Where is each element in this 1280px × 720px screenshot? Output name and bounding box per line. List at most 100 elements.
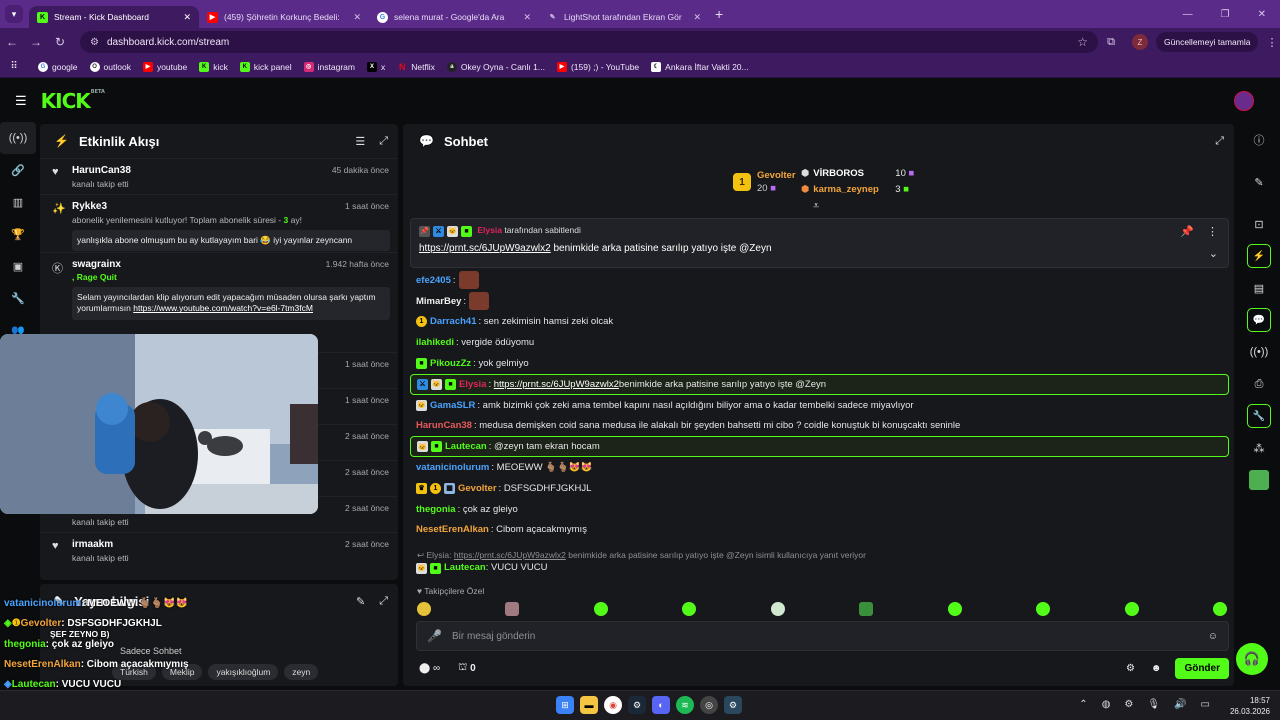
discord-icon[interactable]: ◐ [652, 696, 670, 714]
analytics-icon[interactable]: ▥ [0, 186, 36, 218]
activity-toggle[interactable]: ⚡ [1238, 240, 1280, 272]
emote-icon[interactable] [682, 602, 697, 616]
chat-message[interactable]: 🐱 ■ Lautecan: VUCU VUCU [416, 562, 547, 574]
tag[interactable]: yakışıklıoğlum [208, 664, 279, 680]
list-item[interactable]: ♥ HarunCan38 kanalı takip etti 45 dakika… [40, 158, 398, 194]
close-icon[interactable]: ✕ [523, 12, 531, 23]
chat-message[interactable]: ilahikedi: vergide ödüyomu [410, 332, 1229, 353]
bookmark-outlook[interactable]: Ooutlook [89, 61, 131, 72]
chat-user[interactable]: Lautecan [445, 441, 487, 452]
link-icon[interactable]: 🔗 [0, 154, 36, 186]
back-icon[interactable]: ← [0, 35, 24, 49]
settings-icon[interactable]: ⚙ [1126, 663, 1135, 674]
info-icon[interactable]: ⓘ [1238, 124, 1280, 156]
printer-icon[interactable]: ⎙ [1238, 368, 1280, 400]
emote-icon[interactable] [770, 602, 785, 616]
chat-message[interactable]: HarunCan38: medusa demişken coid sana me… [410, 416, 1229, 437]
bookmark-x[interactable]: Xx [366, 61, 385, 72]
chat-user[interactable]: Darrach41 [430, 316, 476, 327]
emote-icon[interactable] [417, 602, 431, 616]
obs-icon[interactable]: ◎ [700, 696, 718, 714]
chat-user[interactable]: Gevolter [458, 483, 497, 494]
chat-message[interactable]: NesetErenAlkan: Cibom açacakmıymış [410, 520, 1229, 541]
tab-google[interactable]: G selena murat - Google'da Ara ✕ [369, 6, 539, 28]
emotes-icon[interactable]: ☻ [1151, 663, 1162, 674]
chat-user[interactable]: ilahikedi [416, 337, 454, 348]
notes-icon[interactable]: ▤ [1238, 272, 1280, 304]
forward-icon[interactable]: → [24, 35, 48, 49]
close-icon[interactable]: ✕ [353, 12, 361, 23]
emote-icon[interactable] [1212, 602, 1227, 616]
message-link[interactable]: https://www.youtube.com/watch?v=e6l-7tm3… [133, 303, 313, 313]
chat-message[interactable]: ■ PikouzZz: yok gelmiyo [410, 353, 1229, 374]
steam-icon[interactable]: ⚙ [628, 696, 646, 714]
user-avatar[interactable] [1234, 90, 1254, 111]
bookmark-kick[interactable]: Kkick [199, 61, 228, 72]
chat-message[interactable]: efe2405: [410, 270, 1229, 291]
address-bar[interactable]: ⚙ dashboard.kick.com/stream ☆ [80, 31, 1098, 53]
emote-icon[interactable] [505, 602, 520, 616]
close-window-icon[interactable]: ✕ [1258, 9, 1266, 20]
stream-icon[interactable]: ((•)) [0, 122, 36, 154]
chat-input[interactable]: 🎤 Bir mesaj gönderin ☺ [416, 621, 1229, 651]
extension-app-icon[interactable] [1238, 464, 1280, 496]
more-icon[interactable]: ⋮ [1266, 36, 1277, 49]
tab-search-icon[interactable]: ▾ [5, 5, 23, 23]
emote-icon[interactable] [947, 602, 962, 616]
popout-icon[interactable]: ⤢ [1215, 135, 1224, 148]
bookmark-youtube-2[interactable]: ▶ (159) ;) - YouTube [556, 61, 639, 72]
tray-chevron-icon[interactable]: ⌃ [1079, 699, 1087, 710]
tab-kick-dashboard[interactable]: K Stream - Kick Dashboard ✕ [29, 6, 199, 28]
clock[interactable]: 18:57 26.03.2026 [1230, 695, 1270, 717]
spotify-icon[interactable]: ≋ [676, 696, 694, 714]
chat-user[interactable]: HarunCan38 [416, 420, 472, 431]
menu-icon[interactable]: ☰ [15, 93, 27, 109]
tag[interactable]: zeyn [284, 664, 319, 680]
reply-link[interactable]: https://prnt.sc/6JUpW9azwlx2 [454, 550, 566, 560]
chat-user[interactable]: efe2405 [416, 275, 451, 286]
emote-icon[interactable] [1036, 602, 1051, 616]
tray-microphone-icon[interactable]: 🎙 [1147, 699, 1160, 710]
close-icon[interactable]: ✕ [183, 12, 191, 23]
tab-youtube[interactable]: ▶ (459) Şöhretin Korkunç Bedeli: ✕ [199, 6, 369, 28]
apps-grid-icon[interactable]: ⠿ [2, 61, 26, 72]
chat-user[interactable]: thegonia [416, 504, 456, 515]
chat-link[interactable]: https://prnt.sc/6JUpW9azwlx2 [494, 379, 619, 390]
microphone-icon[interactable]: 🎤 [427, 629, 442, 643]
tray-app-icon[interactable]: ◍ [1102, 699, 1111, 710]
list-item[interactable]: ✨ Rykke3 abonelik yenilemesini kutluyor!… [40, 194, 398, 252]
bookmark-iftar[interactable]: ☾ Ankara İftar Vakti 20... [651, 61, 749, 72]
reload-icon[interactable]: ↻ [48, 35, 72, 49]
chat-user[interactable]: Elysia [459, 379, 486, 390]
steam-2-icon[interactable]: ⚙ [724, 696, 742, 714]
popout-icon[interactable]: ⤢ [379, 595, 388, 608]
unpin-icon[interactable]: 📌 [1180, 225, 1194, 238]
bookmark-youtube[interactable]: ▶ youtube [142, 61, 187, 72]
chat-user[interactable]: PikouzZz [430, 358, 471, 369]
windows-start-icon[interactable]: ⊞ [556, 696, 574, 714]
emote-icon[interactable] [1124, 602, 1139, 616]
restore-icon[interactable]: ❐ [1221, 9, 1230, 20]
chat-user[interactable]: GamaSLR [430, 400, 475, 411]
kick-logo[interactable]: KICKBETA [41, 89, 105, 113]
bookmark-okey[interactable]: a Okey Oyna - Canlı 1... [446, 61, 545, 72]
site-info-icon[interactable]: ⚙ [90, 37, 99, 48]
chat-user[interactable]: vatanicinolurum [416, 462, 489, 473]
emote-icon[interactable] [593, 602, 608, 616]
chat-message[interactable]: thegonia: çok az gleiyo [410, 499, 1229, 520]
bookmark-instagram[interactable]: ◎ instagram [303, 61, 355, 72]
more-icon[interactable]: ⋮ [1207, 225, 1218, 238]
bookmark-netflix[interactable]: N Netflix [397, 62, 435, 72]
edit-icon[interactable]: ✎ [356, 595, 365, 608]
chat-toggle[interactable]: 💬 [1238, 304, 1280, 336]
share-icon[interactable]: ⁂ [1238, 432, 1280, 464]
trophy-icon[interactable]: 🏆 [0, 218, 36, 250]
filter-icon[interactable]: ☰ [355, 135, 365, 148]
close-icon[interactable]: ✕ [693, 12, 701, 23]
chat-message-highlighted[interactable]: 🐱 ■ Lautecan: @zeyn tam ekran hocam [410, 436, 1229, 458]
list-item[interactable]: ♥ irmaakm kanalı takip etti 2 saat önce [40, 532, 398, 568]
chat-message-highlighted[interactable]: ⚔ 🐱 ■ Elysia: https://prnt.sc/6JUpW9azwlx2 … [410, 373, 1229, 395]
wrench-icon[interactable]: 🔧 [0, 282, 36, 314]
update-button[interactable]: Güncellemeyi tamamla [1156, 32, 1259, 52]
emote-icon[interactable] [859, 602, 874, 616]
